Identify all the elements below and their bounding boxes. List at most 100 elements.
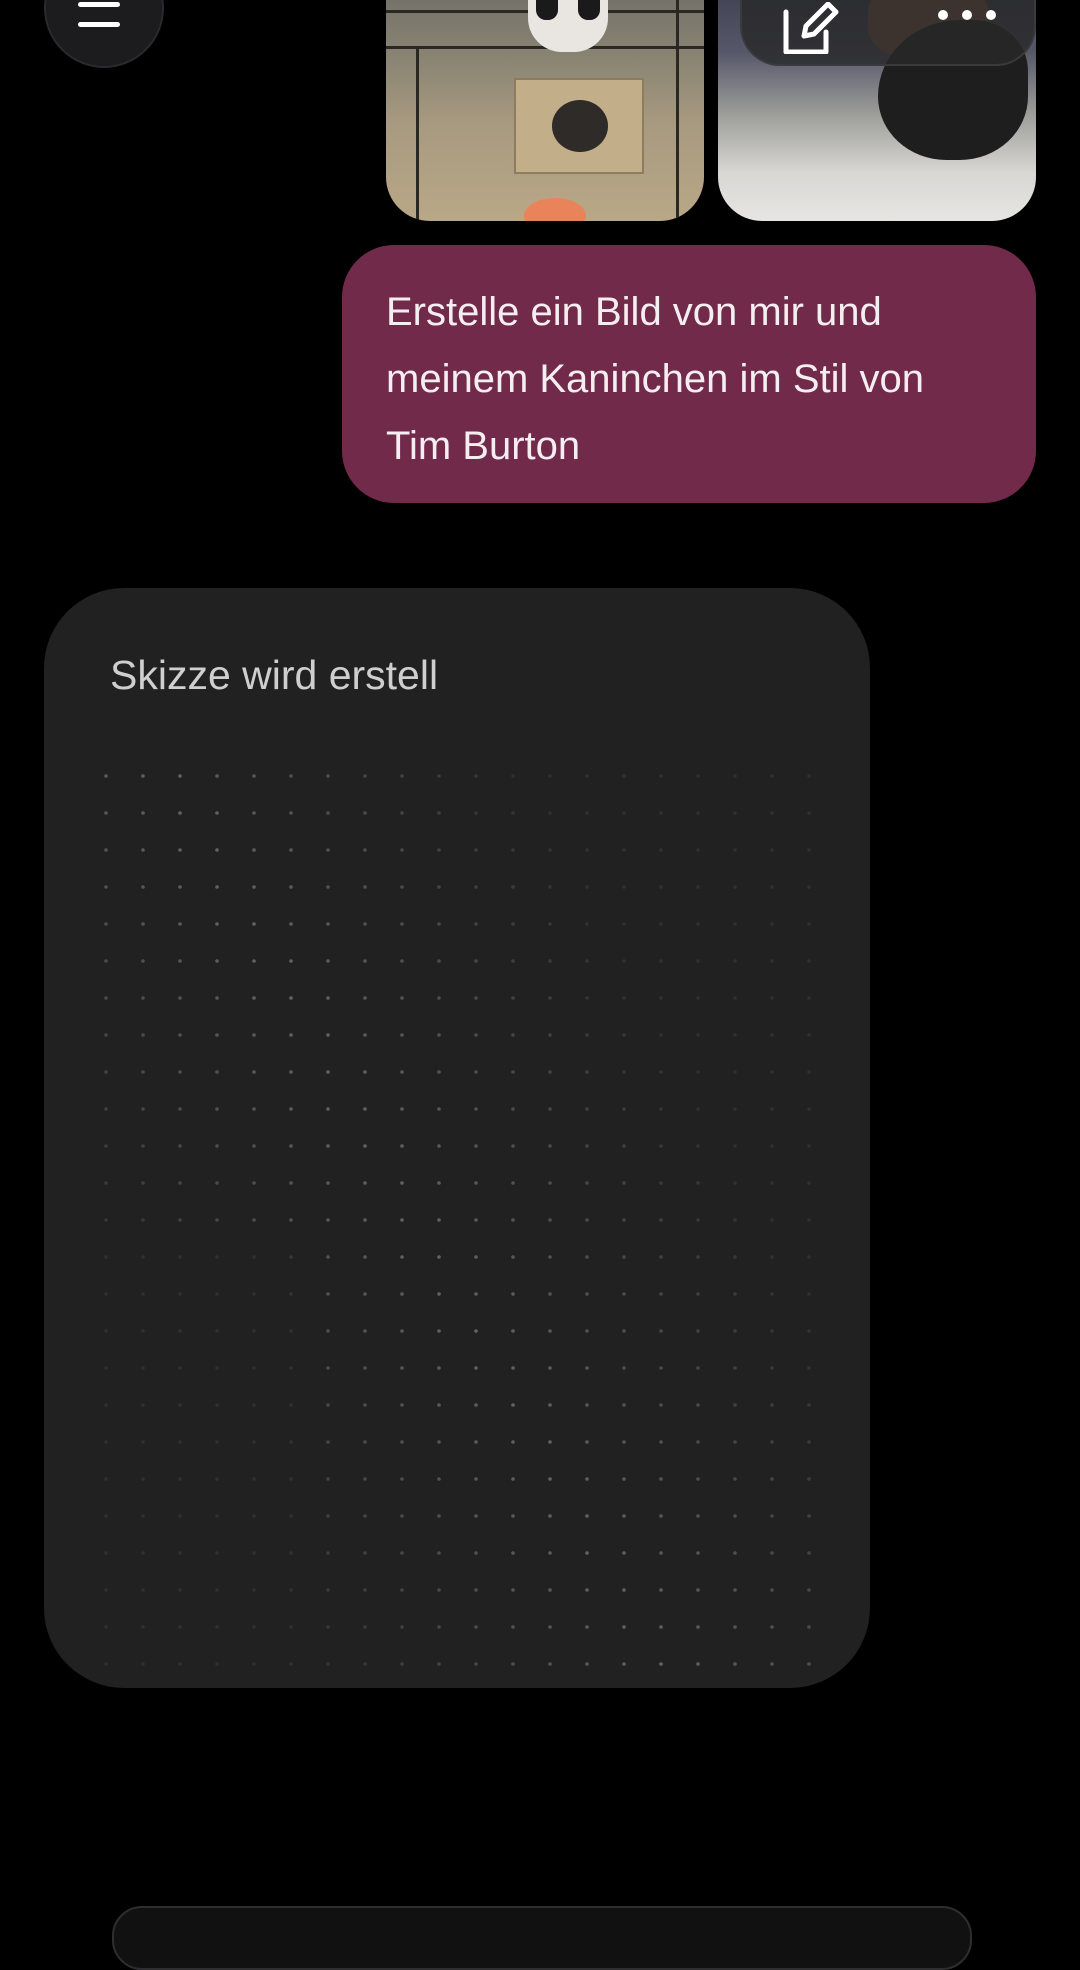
loading-dot xyxy=(474,848,478,852)
loading-dot xyxy=(104,996,108,1000)
loading-dot xyxy=(733,1588,737,1592)
loading-dot xyxy=(659,1551,663,1555)
loading-dot xyxy=(363,1588,367,1592)
loading-dot xyxy=(659,1403,663,1407)
loading-dot xyxy=(141,1181,145,1185)
loading-dot xyxy=(733,1181,737,1185)
loading-dot xyxy=(363,1144,367,1148)
loading-dot xyxy=(511,1218,515,1222)
loading-dot xyxy=(252,1181,256,1185)
loading-dot xyxy=(585,1662,589,1666)
loading-dot xyxy=(437,811,441,815)
loading-dot xyxy=(770,1514,774,1518)
loading-dot xyxy=(622,1366,626,1370)
loading-dot xyxy=(326,1514,330,1518)
loading-dot xyxy=(548,996,552,1000)
loading-dot xyxy=(770,811,774,815)
loading-dot xyxy=(215,1588,219,1592)
loading-dot xyxy=(548,1033,552,1037)
loading-dot xyxy=(141,1292,145,1296)
loading-dot xyxy=(474,1514,478,1518)
loading-dot xyxy=(696,811,700,815)
loading-dot xyxy=(178,1625,182,1629)
loading-dot xyxy=(437,1366,441,1370)
loading-dot xyxy=(659,922,663,926)
attachment-thumbnail-rabbit-cage[interactable] xyxy=(386,0,704,221)
loading-dot xyxy=(215,811,219,815)
loading-dot xyxy=(252,774,256,778)
loading-dot xyxy=(141,1070,145,1074)
loading-dot xyxy=(437,922,441,926)
loading-dot xyxy=(437,1551,441,1555)
loading-dot xyxy=(178,1144,182,1148)
loading-dot xyxy=(474,959,478,963)
loading-dot xyxy=(178,1107,182,1111)
loading-dot xyxy=(326,1292,330,1296)
loading-dot xyxy=(733,1033,737,1037)
loading-dot xyxy=(400,848,404,852)
loading-dot xyxy=(807,1255,811,1259)
loading-dot xyxy=(178,811,182,815)
loading-dot xyxy=(141,1033,145,1037)
loading-dot xyxy=(807,1107,811,1111)
rabbit-figure xyxy=(528,0,608,52)
loading-dot xyxy=(326,1440,330,1444)
loading-dot xyxy=(289,1662,293,1666)
loading-dot xyxy=(400,1033,404,1037)
user-message-bubble[interactable]: Erstelle ein Bild von mir und meinem Kan… xyxy=(342,245,1036,503)
loading-dot xyxy=(326,1662,330,1666)
loading-dot xyxy=(585,1292,589,1296)
loading-dot xyxy=(585,1551,589,1555)
loading-dot xyxy=(511,848,515,852)
loading-dot xyxy=(585,1403,589,1407)
loading-dot xyxy=(548,1292,552,1296)
loading-dot xyxy=(178,1514,182,1518)
hamburger-menu-icon-bar xyxy=(78,22,120,27)
message-composer[interactable] xyxy=(112,1906,972,1970)
loading-dot xyxy=(437,1588,441,1592)
loading-dot xyxy=(807,1551,811,1555)
loading-dot xyxy=(437,848,441,852)
loading-dot xyxy=(548,1514,552,1518)
loading-dot xyxy=(622,811,626,815)
loading-dot xyxy=(252,996,256,1000)
loading-dot xyxy=(770,1588,774,1592)
more-horizontal-icon[interactable] xyxy=(938,4,998,24)
loading-dot xyxy=(326,1033,330,1037)
loading-dot xyxy=(696,1477,700,1481)
loading-dot xyxy=(474,1218,478,1222)
loading-dot xyxy=(659,811,663,815)
loading-dot xyxy=(733,885,737,889)
user-message-text: Erstelle ein Bild von mir und meinem Kan… xyxy=(386,290,925,468)
loading-dot xyxy=(326,996,330,1000)
loading-dot xyxy=(437,959,441,963)
loading-dot xyxy=(400,1181,404,1185)
loading-dot xyxy=(511,1514,515,1518)
loading-dot xyxy=(400,811,404,815)
loading-dot xyxy=(215,1551,219,1555)
compose-edit-icon[interactable] xyxy=(778,2,840,54)
loading-dot xyxy=(770,1218,774,1222)
menu-button[interactable] xyxy=(44,0,164,68)
loading-dot xyxy=(141,848,145,852)
loading-dot xyxy=(326,1403,330,1407)
loading-dot xyxy=(141,1403,145,1407)
loading-dot xyxy=(141,1662,145,1666)
loading-dot xyxy=(215,1255,219,1259)
loading-dot xyxy=(733,1551,737,1555)
loading-dot xyxy=(437,774,441,778)
loading-dot xyxy=(733,1255,737,1259)
loading-dot xyxy=(400,1403,404,1407)
loading-dot xyxy=(326,848,330,852)
loading-dot xyxy=(622,1440,626,1444)
loading-dot xyxy=(363,1107,367,1111)
loading-dot xyxy=(770,1255,774,1259)
loading-dot xyxy=(363,1292,367,1296)
loading-dot xyxy=(363,1218,367,1222)
loading-dot xyxy=(548,1181,552,1185)
loading-dot xyxy=(252,1403,256,1407)
loading-dot xyxy=(104,1329,108,1333)
loading-dot xyxy=(326,922,330,926)
loading-dot xyxy=(585,774,589,778)
loading-dot xyxy=(659,1440,663,1444)
